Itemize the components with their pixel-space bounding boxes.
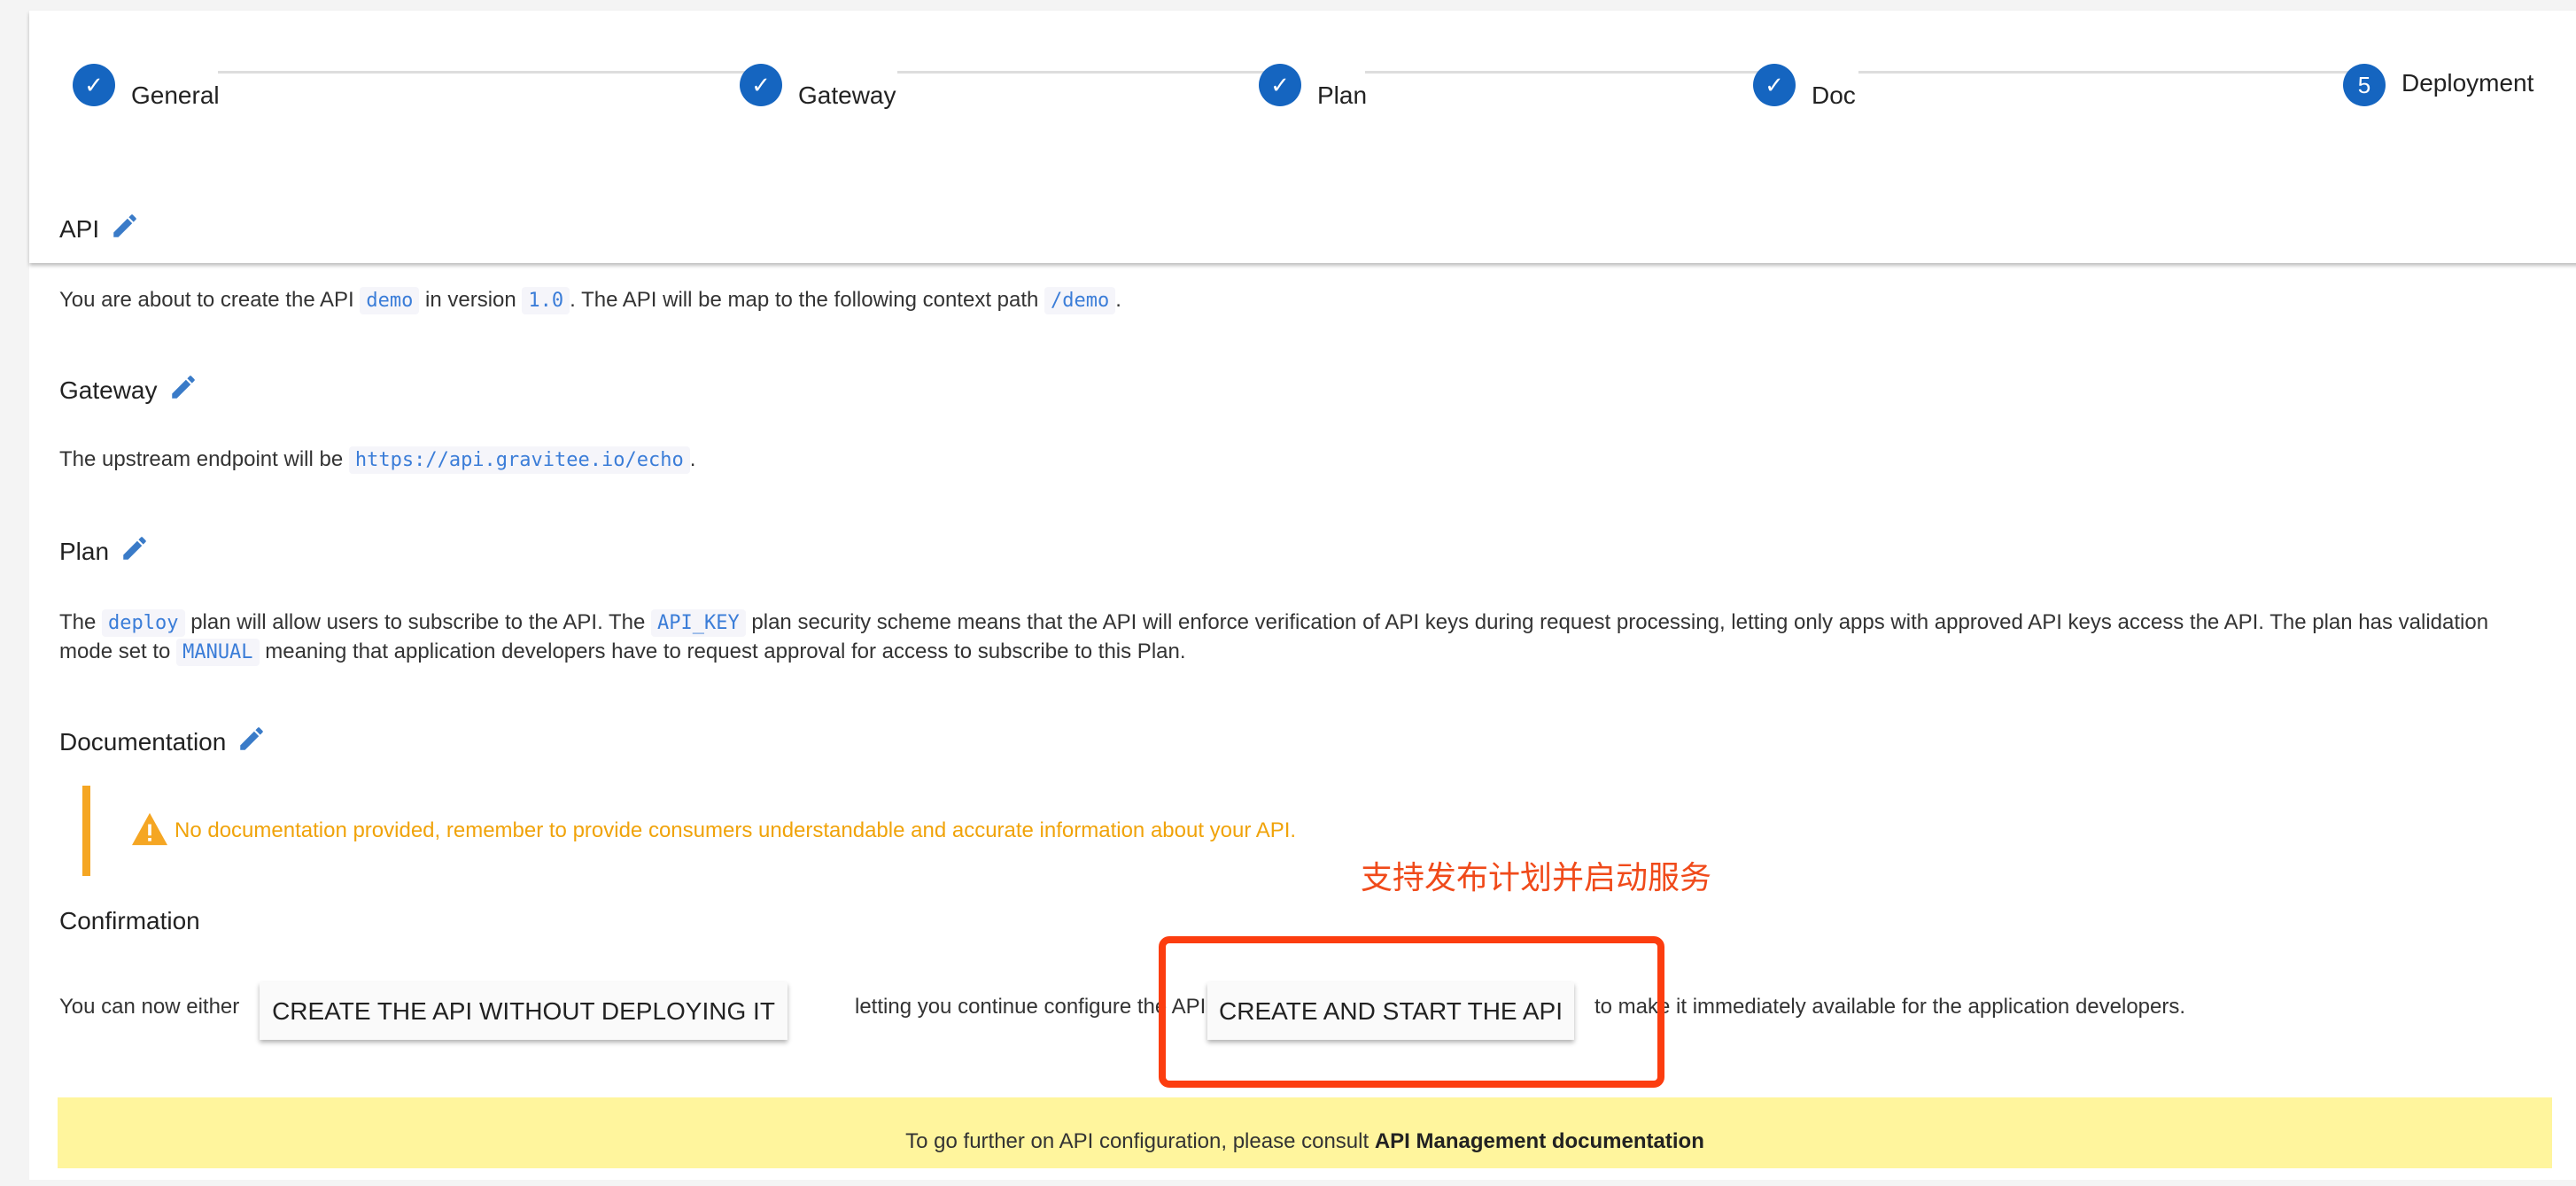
api-version: 1.0: [522, 287, 570, 314]
section-heading-gateway: Gateway: [59, 372, 198, 408]
step-connector: [1365, 71, 1768, 74]
step-number: 5: [2343, 64, 2386, 106]
step-connector: [218, 71, 756, 74]
check-icon: ✓: [1753, 64, 1796, 106]
wizard-stepper: ✓ General ✓ Gateway ✓ Plan ✓ Doc 5 Deplo…: [29, 11, 2576, 263]
step-general[interactable]: ✓ General: [73, 64, 220, 110]
documentation-warning: No documentation provided, remember to p…: [82, 786, 1296, 876]
confirmation-text: You can now either: [59, 995, 240, 1019]
context-path: /demo: [1044, 287, 1116, 314]
check-icon: ✓: [740, 64, 782, 106]
step-deployment[interactable]: 5 Deployment: [2343, 64, 2533, 106]
step-gateway[interactable]: ✓ Gateway: [740, 64, 896, 110]
step-plan[interactable]: ✓ Plan: [1259, 64, 1367, 110]
create-without-deploy-button[interactable]: CREATE THE API WITHOUT DEPLOYING IT: [260, 982, 788, 1040]
check-icon: ✓: [1259, 64, 1301, 106]
plan-validation: MANUAL: [176, 639, 260, 666]
section-heading-plan: Plan: [59, 533, 150, 570]
section-heading-documentation: Documentation: [59, 724, 267, 760]
api-summary: You are about to create the API demo in …: [59, 285, 1121, 315]
section-heading-confirmation: Confirmation: [59, 907, 200, 934]
annotation-label: 支持发布计划并启动服务: [1361, 859, 1712, 895]
edit-pencil-icon[interactable]: [110, 211, 140, 247]
edit-pencil-icon[interactable]: [168, 372, 198, 408]
confirmation-text: to make it immediately available for the…: [1594, 995, 2186, 1019]
api-name: demo: [360, 287, 420, 314]
edit-pencil-icon[interactable]: [120, 533, 150, 570]
step-connector: [897, 71, 1274, 74]
endpoint-url: https://api.gravitee.io/echo: [348, 446, 690, 474]
edit-pencil-icon[interactable]: [237, 724, 267, 760]
check-icon: ✓: [73, 64, 115, 106]
warning-icon: [130, 811, 169, 851]
info-banner: To go further on API configuration, plea…: [58, 1097, 2552, 1168]
plan-security: API_KEY: [651, 609, 746, 637]
plan-summary-line1: The deploy plan will allow users to subs…: [59, 608, 2488, 638]
plan-summary-line2: mode set to MANUAL meaning that applicat…: [59, 637, 1186, 667]
annotation-highlight-box: [1159, 936, 1664, 1088]
docs-link[interactable]: API Management documentation: [1375, 1129, 1704, 1153]
step-doc[interactable]: ✓ Doc: [1753, 64, 1856, 110]
plan-name: deploy: [102, 609, 185, 637]
gateway-summary: The upstream endpoint will be https://ap…: [59, 445, 695, 475]
section-heading-api: API: [59, 211, 140, 247]
heading-text: API: [59, 214, 100, 243]
step-connector: [1858, 71, 2357, 74]
